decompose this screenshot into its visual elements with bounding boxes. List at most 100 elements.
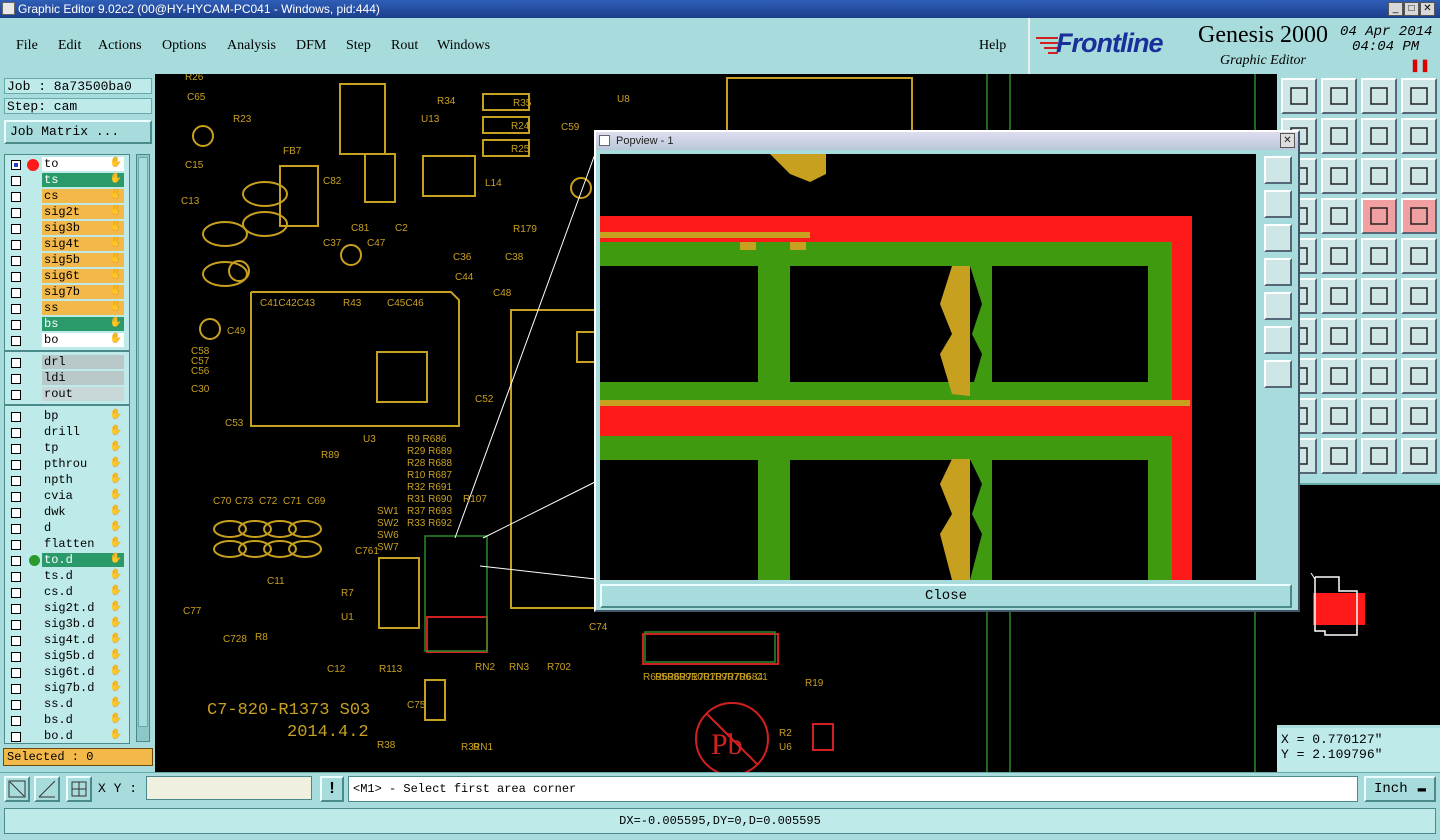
layer-row[interactable]: sig3b ✋ bbox=[5, 221, 129, 237]
layer-name[interactable]: ss.d ✋ bbox=[42, 697, 124, 711]
job-matrix-button[interactable]: Job Matrix ... bbox=[4, 120, 152, 144]
layer-row[interactable]: ss.d ✋ bbox=[5, 697, 129, 713]
layer-checkbox[interactable] bbox=[11, 492, 21, 502]
menu-help[interactable]: Help bbox=[979, 38, 1006, 54]
layer-name[interactable]: sig5b.d ✋ bbox=[42, 649, 124, 663]
menu-analysis[interactable]: Analysis bbox=[227, 38, 276, 54]
triangle-red-icon[interactable] bbox=[1361, 398, 1397, 434]
stretch-icon[interactable] bbox=[1361, 358, 1397, 394]
popview-zoom-out-button[interactable] bbox=[1264, 360, 1292, 388]
layer-row[interactable]: sig2t.d ✋ bbox=[5, 601, 129, 617]
layer-name[interactable]: drill ✋ bbox=[42, 425, 124, 439]
layer-name[interactable]: ss ✋ bbox=[42, 301, 124, 315]
save-icon[interactable] bbox=[1321, 78, 1357, 114]
layer-checkbox[interactable] bbox=[11, 320, 21, 330]
maximize-button[interactable]: □ bbox=[1404, 2, 1419, 16]
menu-rout[interactable]: Rout bbox=[391, 38, 418, 54]
layer-checkbox[interactable] bbox=[11, 374, 21, 384]
layer-row[interactable]: dwk ✋ bbox=[5, 505, 129, 521]
layer-checkbox[interactable] bbox=[11, 460, 21, 470]
layer-checkbox[interactable] bbox=[11, 572, 21, 582]
layer-name[interactable]: sig3b.d ✋ bbox=[42, 617, 124, 631]
layer-name[interactable]: sig2t ✋ bbox=[42, 205, 124, 219]
feature-icon[interactable] bbox=[1361, 198, 1397, 234]
layer-name[interactable]: drl bbox=[42, 355, 124, 369]
layer-name[interactable]: bp ✋ bbox=[42, 409, 124, 423]
layer-checkbox[interactable] bbox=[11, 208, 21, 218]
layer-name[interactable]: sig7b.d ✋ bbox=[42, 681, 124, 695]
layer-checkbox[interactable] bbox=[11, 476, 21, 486]
popview-close-button[interactable]: Close bbox=[600, 584, 1292, 608]
ruler-icon[interactable] bbox=[1361, 238, 1397, 274]
layer-row[interactable]: to ✋ bbox=[5, 157, 129, 173]
layer-checkbox[interactable] bbox=[11, 524, 21, 534]
layer-checkbox[interactable] bbox=[11, 508, 21, 518]
layer-row[interactable]: sig2t ✋ bbox=[5, 205, 129, 221]
overview-map[interactable] bbox=[1277, 483, 1440, 725]
grid-snap-icon[interactable] bbox=[66, 776, 92, 802]
layer-row[interactable]: cs ✋ bbox=[5, 189, 129, 205]
layer-row[interactable]: bs.d ✋ bbox=[5, 713, 129, 729]
popview-zoom-in-button[interactable] bbox=[1264, 326, 1292, 354]
layer-row[interactable]: cs.d ✋ bbox=[5, 585, 129, 601]
layer-name[interactable]: rout bbox=[42, 387, 124, 401]
arc-icon[interactable] bbox=[1361, 318, 1397, 354]
layer-row[interactable]: drl bbox=[5, 355, 129, 371]
layer-name[interactable]: pthrou ✋ bbox=[42, 457, 124, 471]
layer-name[interactable]: bs.d ✋ bbox=[42, 713, 124, 727]
alert-icon[interactable]: ! bbox=[320, 776, 344, 802]
export-icon[interactable] bbox=[1321, 118, 1357, 154]
help-icon[interactable] bbox=[1401, 158, 1437, 194]
layer-row[interactable]: bs ✋ bbox=[5, 317, 129, 333]
layer-checkbox[interactable] bbox=[11, 336, 21, 346]
triangle-check-icon[interactable] bbox=[1401, 398, 1437, 434]
layer-row[interactable]: tp ✋ bbox=[5, 441, 129, 457]
triangle-blue-icon[interactable] bbox=[1321, 398, 1357, 434]
layer-checkbox[interactable] bbox=[11, 444, 21, 454]
scrollbar-thumb[interactable] bbox=[138, 157, 148, 727]
layer-checkbox[interactable] bbox=[11, 240, 21, 250]
connect-icon[interactable] bbox=[1361, 278, 1397, 314]
menu-windows[interactable]: Windows bbox=[437, 38, 490, 54]
layer-checkbox[interactable] bbox=[11, 256, 21, 266]
window-icon[interactable] bbox=[1401, 78, 1437, 114]
feature-select-icon[interactable] bbox=[1401, 198, 1437, 234]
layer-row[interactable]: sig4t.d ✋ bbox=[5, 633, 129, 649]
layer-name[interactable]: sig4t ✋ bbox=[42, 237, 124, 251]
layer-row[interactable]: sig6t ✋ bbox=[5, 269, 129, 285]
layer-name[interactable]: cs.d ✋ bbox=[42, 585, 124, 599]
layer-name[interactable]: ts.d ✋ bbox=[42, 569, 124, 583]
layer-name[interactable]: tp ✋ bbox=[42, 441, 124, 455]
layer-checkbox[interactable] bbox=[11, 358, 21, 368]
layer-checkbox[interactable] bbox=[11, 272, 21, 282]
layer-checkbox[interactable] bbox=[11, 668, 21, 678]
layer-checkbox[interactable] bbox=[11, 192, 21, 202]
layer-name[interactable]: dwk ✋ bbox=[42, 505, 124, 519]
layer-checkbox[interactable] bbox=[11, 620, 21, 630]
layer-row[interactable]: bp ✋ bbox=[5, 409, 129, 425]
layer-row[interactable]: ldi bbox=[5, 371, 129, 387]
layer-name[interactable]: to ✋ bbox=[42, 157, 124, 171]
draw-line-icon[interactable] bbox=[1321, 238, 1357, 274]
layer-name[interactable]: flatten ✋ bbox=[42, 537, 124, 551]
break-icon[interactable] bbox=[1321, 358, 1357, 394]
swap-icon[interactable] bbox=[1401, 118, 1437, 154]
route-icon[interactable] bbox=[1401, 438, 1437, 474]
layer-row[interactable]: sig7b ✋ bbox=[5, 285, 129, 301]
pointer-icon[interactable] bbox=[1361, 438, 1397, 474]
layer-name[interactable]: npth ✋ bbox=[42, 473, 124, 487]
layer-name[interactable]: sig2t.d ✋ bbox=[42, 601, 124, 615]
layer-name[interactable]: sig7b ✋ bbox=[42, 285, 124, 299]
select-area-icon[interactable] bbox=[1321, 438, 1357, 474]
layer-row[interactable]: sig3b.d ✋ bbox=[5, 617, 129, 633]
popview-home-button[interactable] bbox=[1264, 190, 1292, 218]
layer-name[interactable]: to.d ✋ bbox=[42, 553, 124, 567]
layer-row[interactable]: sig6t.d ✋ bbox=[5, 665, 129, 681]
layer-row[interactable]: cvia ✋ bbox=[5, 489, 129, 505]
layer-row[interactable]: rout bbox=[5, 387, 129, 403]
rotate-icon[interactable] bbox=[1361, 118, 1397, 154]
popview-left-button[interactable] bbox=[1264, 258, 1292, 286]
pad-icon[interactable] bbox=[1401, 238, 1437, 274]
center-icon[interactable] bbox=[1321, 158, 1357, 194]
home-icon[interactable] bbox=[1281, 78, 1317, 114]
